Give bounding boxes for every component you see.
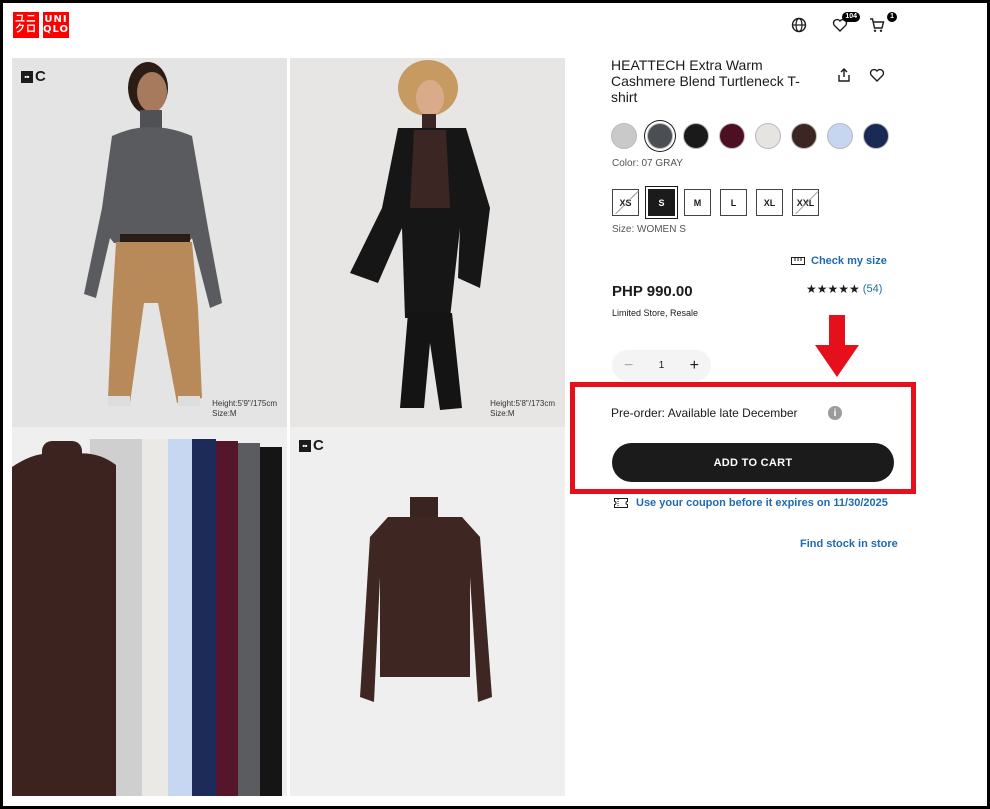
size-option-xl[interactable]: XL [756,189,783,216]
selected-color-label: Color: 07 GRAY [612,158,683,169]
availability-note: Limited Store, Resale [612,308,699,318]
logo-line: QLO [42,24,70,35]
product-title: HEATTECH Extra Warm Cashmere Blend Turtl… [611,57,800,105]
check-size-text: Check my size [811,255,887,267]
quantity-stepper: − 1 + [612,350,711,381]
check-my-size-link[interactable]: Check my size [791,255,887,267]
model-height: Height:5'8"/173cm [490,399,555,408]
size-option-m[interactable]: M [684,189,711,216]
selected-size-label: Size: WOMEN S [612,224,686,235]
gallery-image-color-lineup[interactable] [12,427,287,796]
flat-turtleneck-illustration [360,497,492,702]
color-swatch-list [611,123,889,149]
product-price: PHP 990.00 [612,283,693,300]
size-option-l[interactable]: L [720,189,747,216]
color-swatch[interactable] [863,123,889,149]
logo-katakana: ユニ クロ [13,12,39,38]
coupon-link[interactable]: Use your coupon before it expires on 11/… [614,497,888,509]
uniqlo-logo[interactable]: ユニ クロ UNI QLO [13,12,69,38]
ruler-icon [791,257,805,265]
color-swatch[interactable] [647,123,673,149]
red-down-arrow-annotation [815,315,859,377]
model-brown-figure [350,60,490,410]
model-size: Size:M [212,409,237,418]
quantity-value[interactable]: 1 [659,360,665,371]
model-size: Size:M [490,409,515,418]
model-height: Height:5'9"/175cm [212,399,277,408]
page-frame: ユニ クロ UNI QLO 104 1 ■■ C Height:5'9"/175… [0,0,990,809]
gallery-image-model-gray[interactable]: ■■ C Height:5'9"/175cm Size:M [12,58,287,427]
model-gray-figure [84,62,222,406]
coupon-text: Use your coupon before it expires on 11/… [636,497,888,509]
wishlist-count-badge: 104 [842,12,860,22]
wishlist-heart-icon[interactable]: 104 [832,12,860,35]
share-icon[interactable] [836,67,852,83]
favorite-heart-icon[interactable] [869,67,885,83]
size-option-s[interactable]: S [645,186,678,219]
color-swatch[interactable] [755,123,781,149]
model-size-info: Height:5'9"/175cm Size:M [212,399,277,419]
language-globe-icon[interactable] [791,17,809,35]
quantity-increase-button[interactable]: + [690,357,699,375]
cart-count-badge: 1 [887,12,897,22]
size-option-list: XS S M L XL XXL [612,186,819,219]
size-option-xxl[interactable]: XXL [792,189,819,216]
color-lineup-illustration [12,439,282,796]
gallery-image-model-brown[interactable]: Height:5'8"/173cm Size:M [290,58,565,427]
product-rating[interactable]: ★★★★★ (54) [806,282,882,296]
color-swatch[interactable] [683,123,709,149]
model-size-info: Height:5'8"/173cm Size:M [490,399,555,419]
preorder-message: Pre-order: Available late December [611,406,798,420]
color-swatch[interactable] [827,123,853,149]
color-swatch[interactable] [719,123,745,149]
logo-latin: UNI QLO [43,12,69,38]
color-swatch[interactable] [611,123,637,149]
add-to-cart-button[interactable]: ADD TO CART [612,443,894,482]
rating-stars: ★★★★★ [806,282,860,296]
logo-line: クロ [15,24,37,35]
cart-icon[interactable]: 1 [869,12,897,35]
quantity-decrease-button[interactable]: − [624,357,633,375]
size-option-xs[interactable]: XS [612,189,639,216]
gallery-image-flat-product[interactable]: ■■ C [290,427,565,796]
review-count-link[interactable]: (54) [863,283,883,295]
coupon-ticket-icon [614,498,628,508]
find-stock-in-store-link[interactable]: Find stock in store [800,538,898,550]
color-swatch[interactable] [791,123,817,149]
product-gallery: ■■ C Height:5'9"/175cm Size:M Height:5'8… [12,58,565,796]
info-icon[interactable]: i [828,406,842,420]
